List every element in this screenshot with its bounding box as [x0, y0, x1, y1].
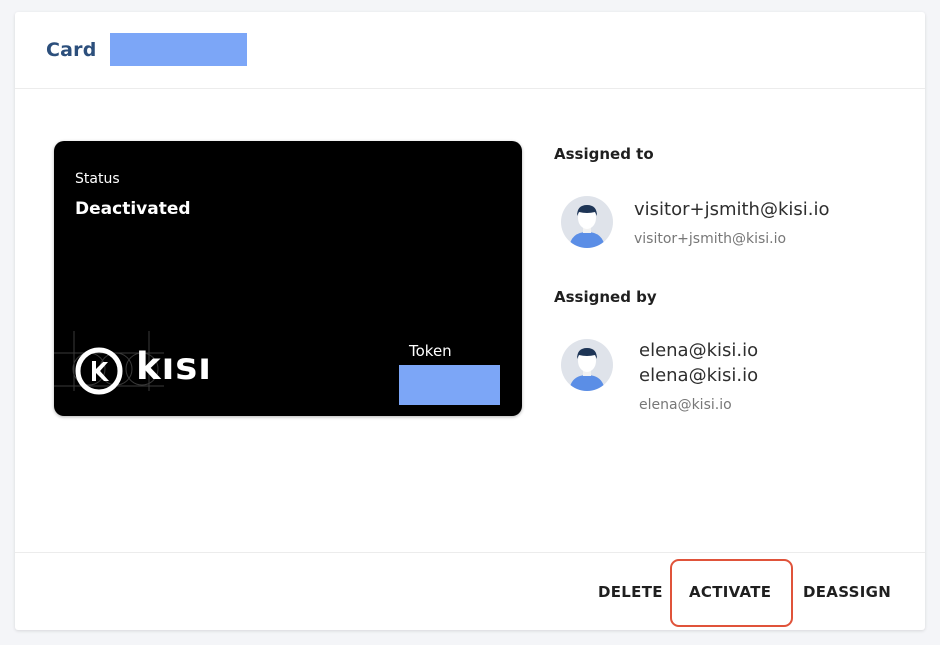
- assigned-to-heading: Assigned to: [554, 145, 654, 163]
- avatar-user-icon: [561, 339, 613, 391]
- activate-button[interactable]: ACTIVATE: [689, 583, 771, 601]
- card-brand-wordmark: kısı: [136, 345, 212, 388]
- redacted-card-id: [110, 33, 247, 66]
- panel-header: Card: [15, 12, 925, 89]
- card-detail-panel: Card Status Deactivated kısı Token Assig…: [15, 12, 925, 630]
- access-card-visual: Status Deactivated kısı Token: [54, 141, 522, 416]
- action-footer: DELETE ACTIVATE DEASSIGN: [15, 552, 925, 630]
- assigned-by-email: elena@kisi.io: [639, 397, 732, 413]
- card-token-label: Token: [409, 342, 452, 360]
- assigned-by-name-line1: elena@kisi.io: [639, 340, 759, 361]
- assigned-to-name: visitor+jsmith@kisi.io: [634, 199, 830, 220]
- deassign-button[interactable]: DEASSIGN: [803, 583, 891, 601]
- assigned-to-email: visitor+jsmith@kisi.io: [634, 231, 787, 247]
- card-status-label: Status: [75, 171, 120, 187]
- card-status-value: Deactivated: [75, 199, 191, 219]
- page-title: Card: [46, 39, 97, 61]
- assigned-by-heading: Assigned by: [554, 288, 657, 306]
- assigned-by-name-line2: elena@kisi.io: [639, 365, 759, 386]
- redacted-token: [399, 365, 500, 405]
- avatar-user-icon: [561, 196, 613, 248]
- delete-button[interactable]: DELETE: [598, 583, 663, 601]
